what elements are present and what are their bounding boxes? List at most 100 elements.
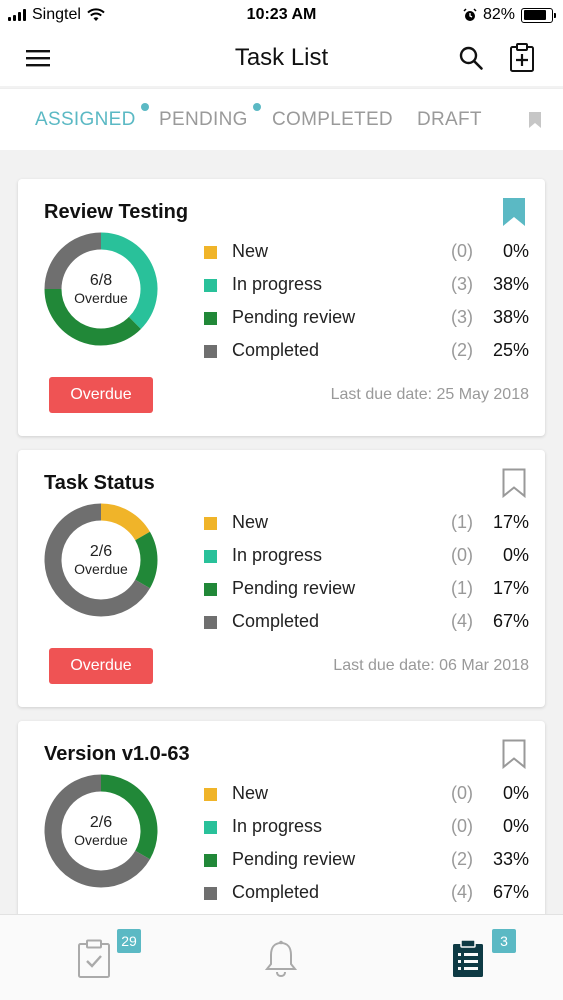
tab-draft[interactable]: DRAFT	[417, 109, 482, 131]
legend-label: In progress	[232, 816, 323, 836]
legend-count: (4)	[451, 611, 473, 631]
app-header: Task List	[0, 30, 563, 86]
legend-swatch	[204, 788, 217, 801]
nav-task-list[interactable]	[444, 935, 492, 983]
legend-row-in-progress: In progress (0) 0%	[204, 816, 529, 849]
legend-label: Pending review	[232, 307, 356, 327]
overdue-fraction: 2/6	[89, 814, 113, 831]
legend-row-new: New (1) 17%	[204, 512, 529, 545]
legend-swatch	[204, 887, 217, 900]
status-bar: Singtel 10:23 AM 82%	[0, 0, 563, 30]
legend-percent: 38%	[492, 307, 529, 327]
battery-icon	[521, 7, 556, 23]
task-check-icon	[78, 939, 110, 978]
legend-count: (1)	[451, 512, 473, 532]
donut-center: 2/6 Overdue	[43, 773, 159, 889]
card-title: Task Status	[44, 472, 155, 494]
legend-percent: 17%	[492, 512, 529, 532]
legend-row-in-progress: In progress (3) 38%	[204, 274, 529, 307]
bookmark-button[interactable]	[502, 197, 526, 232]
legend-row-completed: Completed (4) 67%	[204, 882, 529, 915]
legend-percent: 0%	[502, 816, 529, 836]
status-left: Singtel	[8, 6, 105, 24]
legend-count: (0)	[451, 816, 473, 836]
battery-percent: 82%	[482, 6, 515, 23]
legend-row-in-progress: In progress (0) 0%	[204, 545, 529, 578]
tab-label: PENDING	[159, 109, 248, 130]
legend-count: (0)	[451, 241, 473, 261]
legend-row-new: New (0) 0%	[204, 241, 529, 274]
tab-label: ASSIGNED	[35, 109, 136, 130]
legend-label: Completed	[232, 611, 320, 631]
status-donut-chart: 2/6 Overdue	[43, 773, 159, 889]
legend-swatch	[204, 312, 217, 325]
legend-swatch	[204, 246, 217, 259]
overdue-badge[interactable]: Overdue	[49, 377, 153, 413]
donut-center: 2/6 Overdue	[43, 502, 159, 618]
bell-icon	[264, 940, 298, 978]
legend-row-new: New (0) 0%	[204, 783, 529, 816]
search-button[interactable]	[455, 42, 487, 74]
status-tabs: ASSIGNED PENDING COMPLETED DRAFT	[0, 88, 563, 150]
nav-notifications[interactable]	[257, 935, 305, 983]
legend-percent: 67%	[492, 882, 529, 902]
nav-tasks[interactable]	[70, 935, 118, 983]
legend-percent: 17%	[492, 578, 529, 598]
overdue-label: Overdue	[74, 561, 128, 577]
legend-swatch	[204, 854, 217, 867]
legend-row-pending-review: Pending review (2) 33%	[204, 849, 529, 882]
clipboard-add-icon	[510, 43, 534, 72]
last-due-date: Last due date: 25 May 2018	[330, 386, 529, 403]
overdue-fraction: 6/8	[89, 272, 113, 289]
bookmark-filled-icon	[503, 198, 525, 226]
signal-icon	[8, 9, 26, 21]
tab-completed[interactable]: COMPLETED	[272, 109, 393, 131]
legend-label: Pending review	[232, 578, 356, 598]
legend-count: (1)	[451, 578, 473, 598]
task-card[interactable]: Task Status 2/6 Overdue Overdue New (1) …	[18, 450, 545, 707]
legend-percent: 0%	[502, 783, 529, 803]
bookmark-outline-icon	[502, 468, 526, 499]
tab-pending[interactable]: PENDING	[159, 103, 261, 131]
legend-swatch	[204, 550, 217, 563]
legend-count: (3)	[451, 274, 473, 294]
bookmark-button[interactable]	[502, 739, 526, 774]
task-card[interactable]: Review Testing 6/8 Overdue Overdue New (…	[18, 179, 545, 436]
notification-badge: 29	[117, 929, 141, 953]
overdue-label: Overdue	[74, 290, 128, 306]
legend-label: Pending review	[232, 849, 356, 869]
legend-label: New	[232, 512, 269, 532]
legend-percent: 67%	[492, 611, 529, 631]
status-legend: New (0) 0% In progress (0) 0% Pending re…	[204, 783, 529, 915]
overdue-label: Overdue	[74, 832, 128, 848]
status-legend: New (1) 17% In progress (0) 0% Pending r…	[204, 512, 529, 644]
legend-row-pending-review: Pending review (3) 38%	[204, 307, 529, 340]
legend-count: (2)	[451, 849, 473, 869]
legend-count: (2)	[451, 340, 473, 360]
overdue-badge[interactable]: Overdue	[49, 648, 153, 684]
status-right: 82%	[463, 6, 556, 24]
legend-label: In progress	[232, 545, 323, 565]
status-donut-chart: 6/8 Overdue	[43, 231, 159, 347]
legend-percent: 33%	[492, 849, 529, 869]
tab-assigned[interactable]: ASSIGNED	[35, 103, 149, 131]
overdue-fraction: 2/6	[89, 543, 113, 560]
tab-label: DRAFT	[417, 109, 482, 130]
legend-row-completed: Completed (2) 25%	[204, 340, 529, 373]
donut-center: 6/8 Overdue	[43, 231, 159, 347]
menu-button[interactable]	[22, 42, 54, 74]
card-title: Review Testing	[44, 201, 189, 223]
tab-notification-dot	[140, 103, 149, 111]
carrier-label: Singtel	[32, 6, 81, 23]
add-task-button[interactable]	[506, 42, 538, 74]
page-title: Task List	[234, 44, 329, 71]
bookmark-button[interactable]	[502, 468, 526, 503]
legend-swatch	[204, 616, 217, 629]
status-donut-chart: 2/6 Overdue	[43, 502, 159, 618]
legend-percent: 0%	[502, 545, 529, 565]
notification-badge: 3	[492, 929, 516, 953]
tab-label: COMPLETED	[272, 109, 393, 130]
legend-row-completed: Completed (4) 67%	[204, 611, 529, 644]
alarm-icon	[463, 8, 477, 21]
tab-bookmarks[interactable]	[528, 111, 542, 134]
